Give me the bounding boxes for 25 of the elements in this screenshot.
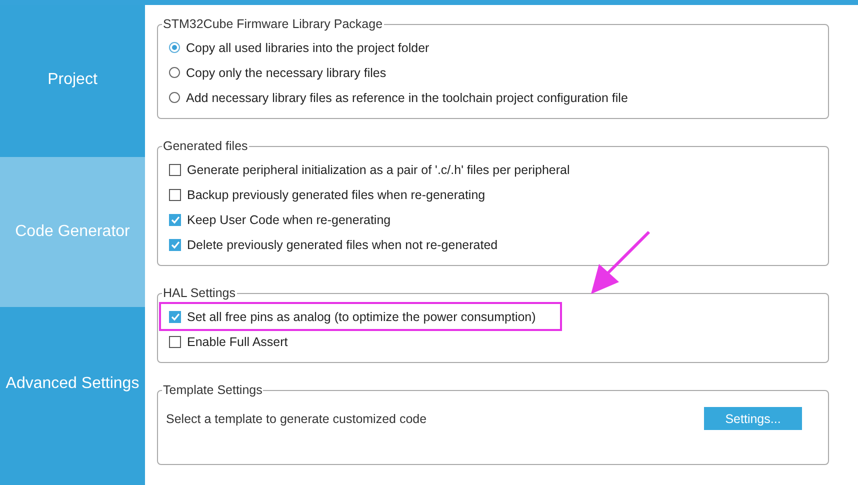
group-title: STM32Cube Firmware Library Package: [162, 17, 384, 31]
checkbox[interactable]: [169, 238, 181, 250]
radio-button[interactable]: [169, 42, 180, 53]
radio-button[interactable]: [169, 67, 180, 78]
option-label: Enable Full Assert: [187, 334, 288, 348]
settings-button[interactable]: Settings...: [704, 407, 802, 430]
description-text: Select a template to generate customized code: [166, 412, 427, 426]
option-label: Delete previously generated files when not re-generated: [187, 238, 498, 252]
group-title: Template Settings: [162, 383, 264, 397]
checkbox[interactable]: [169, 214, 181, 226]
option-label: Generate peripheral initialization as a pair of '.c/.h' files per peripheral: [187, 162, 570, 176]
option-label: Copy only the necessary library files: [186, 66, 386, 80]
group-title: Generated files: [162, 139, 249, 153]
sidebar-tab[interactable]: Code Generator: [0, 157, 145, 307]
radio-button[interactable]: [169, 92, 180, 103]
option-label: Backup previously generated files when re-generating: [187, 188, 486, 202]
option-label: Keep User Code when re-generating: [187, 212, 391, 226]
checkbox[interactable]: [169, 336, 181, 348]
checkbox[interactable]: [169, 188, 181, 200]
option-label: Set all free pins as analog (to optimize the power consumption): [187, 310, 536, 324]
option-label: Copy all used libraries into the project folder: [186, 40, 430, 54]
option-label: Add necessary library files as reference in the toolchain project configuration file: [186, 90, 628, 104]
checkbox[interactable]: [169, 164, 181, 176]
checkbox[interactable]: [169, 310, 181, 322]
group-title: HAL Settings: [162, 286, 236, 300]
